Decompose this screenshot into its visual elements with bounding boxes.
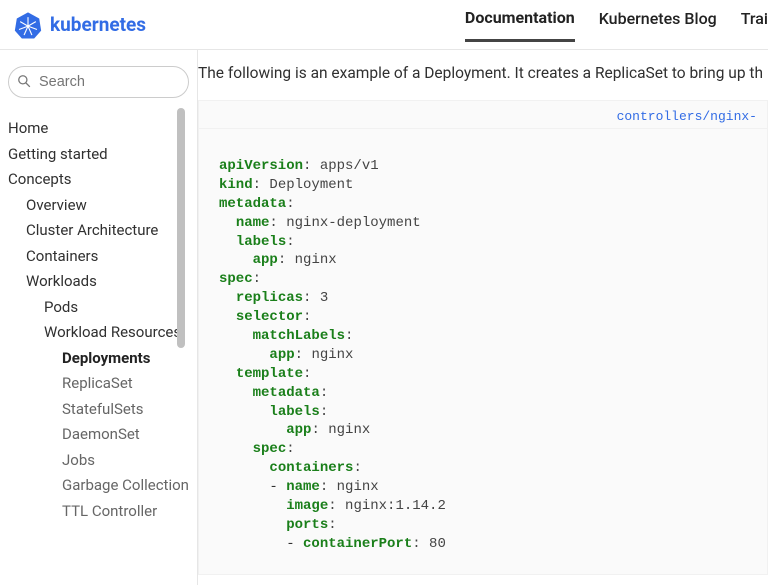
search-field[interactable] — [6, 66, 191, 98]
kubernetes-logo-icon — [14, 11, 42, 39]
sidebar-item[interactable]: TTL Controller — [6, 499, 191, 525]
sidebar-item[interactable]: DaemonSet — [6, 422, 191, 448]
page-layout: HomeGetting startedConceptsOverviewClust… — [0, 50, 768, 585]
sidebar-scrollbar[interactable] — [177, 108, 185, 585]
brand-name: kubernetes — [50, 13, 146, 36]
brand[interactable]: kubernetes — [14, 11, 146, 39]
sidebar-item[interactable]: Jobs — [6, 448, 191, 474]
app-header: kubernetes Documentation Kubernetes Blog T… — [0, 0, 768, 50]
sidebar-item[interactable]: Workloads — [6, 269, 191, 295]
sidebar-item[interactable]: Cluster Architecture — [6, 218, 191, 244]
sidebar-item[interactable]: Pods — [6, 295, 191, 321]
sidebar-item[interactable]: Deployments — [6, 346, 191, 372]
sidebar-item[interactable]: Garbage Collection — [6, 473, 191, 499]
sidebar-item[interactable]: ReplicaSet — [6, 371, 191, 397]
nav-tree: HomeGetting startedConceptsOverviewClust… — [6, 116, 191, 524]
sidebar: HomeGetting startedConceptsOverviewClust… — [0, 50, 198, 585]
search-icon — [17, 74, 31, 88]
topnav-link[interactable]: Documentation — [465, 8, 575, 42]
code-card: controllers/nginx- apiVersion: apps/v1 k… — [198, 100, 768, 575]
intro-text: The following is an example of a Deploym… — [198, 64, 768, 100]
sidebar-item[interactable]: Getting started — [6, 142, 191, 168]
topnav-link[interactable]: Trai — [741, 9, 768, 40]
sidebar-item[interactable]: Concepts — [6, 167, 191, 193]
top-nav: Documentation Kubernetes Blog Trai — [465, 8, 768, 42]
code-header: controllers/nginx- — [199, 101, 767, 129]
sidebar-item[interactable]: Workload Resources — [6, 320, 191, 346]
code-source-link[interactable]: controllers/nginx- — [617, 109, 757, 124]
sidebar-item[interactable]: Containers — [6, 244, 191, 270]
search-input[interactable] — [8, 66, 189, 98]
topnav-link[interactable]: Kubernetes Blog — [599, 9, 717, 40]
main-content: The following is an example of a Deploym… — [198, 50, 768, 585]
sidebar-scrollbar-thumb[interactable] — [177, 108, 185, 348]
sidebar-item[interactable]: StatefulSets — [6, 397, 191, 423]
sidebar-item[interactable]: Home — [6, 116, 191, 142]
sidebar-item[interactable]: Overview — [6, 193, 191, 219]
code-body: apiVersion: apps/v1 kind: Deployment met… — [199, 129, 767, 574]
